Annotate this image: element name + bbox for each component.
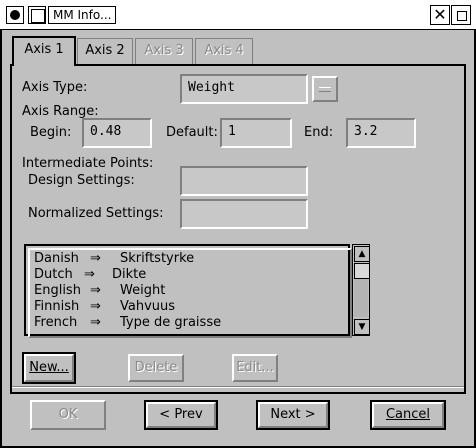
begin-input[interactable]: 0.48 (82, 118, 152, 148)
list-item-language: French (34, 315, 78, 330)
names-scrollbar[interactable]: ▲ ▼ (352, 244, 370, 336)
edit-button: Edit... (232, 354, 278, 382)
list-item[interactable]: Danish ⇒ Skriftstyrke (32, 251, 342, 267)
normalized-settings-input[interactable] (180, 199, 308, 229)
end-label: End: (304, 125, 334, 140)
list-item[interactable]: Dutch ⇒ Dikte (32, 267, 342, 283)
arrow-icon: ⇒ (90, 299, 101, 314)
ok-button: OK (30, 400, 106, 430)
list-item-name: Type de graisse (120, 315, 222, 330)
list-item-name: Dikte (112, 267, 147, 282)
list-item-language: English (34, 283, 81, 298)
scroll-up-icon[interactable]: ▲ (354, 246, 370, 262)
begin-value: 0.48 (90, 124, 122, 139)
design-settings-input[interactable] (180, 166, 308, 196)
names-listbox[interactable]: Danish ⇒ Skriftstyrke Dutch ⇒ Dikte Engl… (24, 244, 352, 338)
axis-type-field[interactable]: Weight (180, 74, 308, 104)
new-button[interactable]: New... (24, 354, 74, 382)
next-button-frame: Next > (256, 400, 330, 430)
arrow-icon: ⇒ (84, 267, 95, 282)
arrow-icon: ⇒ (90, 315, 101, 330)
scroll-track[interactable] (354, 279, 368, 317)
window-title: MM Info... (48, 6, 116, 24)
footer-separator (12, 386, 464, 388)
axis-type-menu-button[interactable] (312, 76, 338, 102)
list-item-name: Weight (120, 283, 166, 298)
tab-axis-3: Axis 3 (135, 38, 193, 64)
close-icon[interactable]: ✕ (430, 5, 450, 25)
scroll-thumb[interactable] (354, 263, 370, 279)
delete-button: Delete (128, 354, 184, 382)
normalized-settings-label: Normalized Settings: (28, 206, 164, 221)
tab-axis-1[interactable]: Axis 1 (12, 36, 76, 66)
cancel-button[interactable]: Cancel (372, 402, 444, 428)
list-item-language: Danish (34, 251, 79, 266)
axis-type-value: Weight (188, 80, 235, 95)
scroll-down-icon[interactable]: ▼ (354, 319, 370, 335)
intermediate-points-label: Intermediate Points: (22, 156, 154, 171)
list-item-name: Skriftstyrke (120, 251, 195, 266)
prev-button[interactable]: < Prev (146, 402, 216, 428)
tab-axis-4: Axis 4 (195, 38, 253, 64)
arrow-icon: ⇒ (90, 283, 101, 298)
tab-axis-2[interactable]: Axis 2 (77, 38, 133, 64)
default-input[interactable]: 1 (220, 118, 292, 148)
list-item-language: Finnish (34, 299, 80, 314)
list-item[interactable]: French ⇒ Type de graisse (32, 315, 342, 331)
list-item[interactable]: Finnish ⇒ Vahvuus (32, 299, 342, 315)
end-input[interactable]: 3.2 (346, 118, 416, 148)
list-item-language: Dutch (34, 267, 73, 282)
default-value: 1 (228, 124, 236, 139)
next-button[interactable]: Next > (258, 402, 328, 428)
end-value: 3.2 (354, 124, 378, 139)
axis-type-label: Axis Type: (22, 80, 88, 95)
list-item[interactable]: English ⇒ Weight (32, 283, 342, 299)
cancel-button-frame: Cancel (370, 400, 446, 430)
menu-bar-icon (319, 87, 331, 92)
new-button-frame: New... (22, 352, 76, 384)
list-item-name: Vahvuus (120, 299, 176, 314)
minimize-icon[interactable] (28, 6, 46, 24)
begin-label: Begin: (30, 125, 72, 140)
prev-button-frame: < Prev (144, 400, 218, 430)
window-menu-icon[interactable] (6, 6, 24, 24)
maximize-icon[interactable] (451, 5, 471, 25)
arrow-icon: ⇒ (90, 251, 101, 266)
design-settings-label: Design Settings: (28, 173, 135, 188)
default-label: Default: (166, 125, 218, 140)
